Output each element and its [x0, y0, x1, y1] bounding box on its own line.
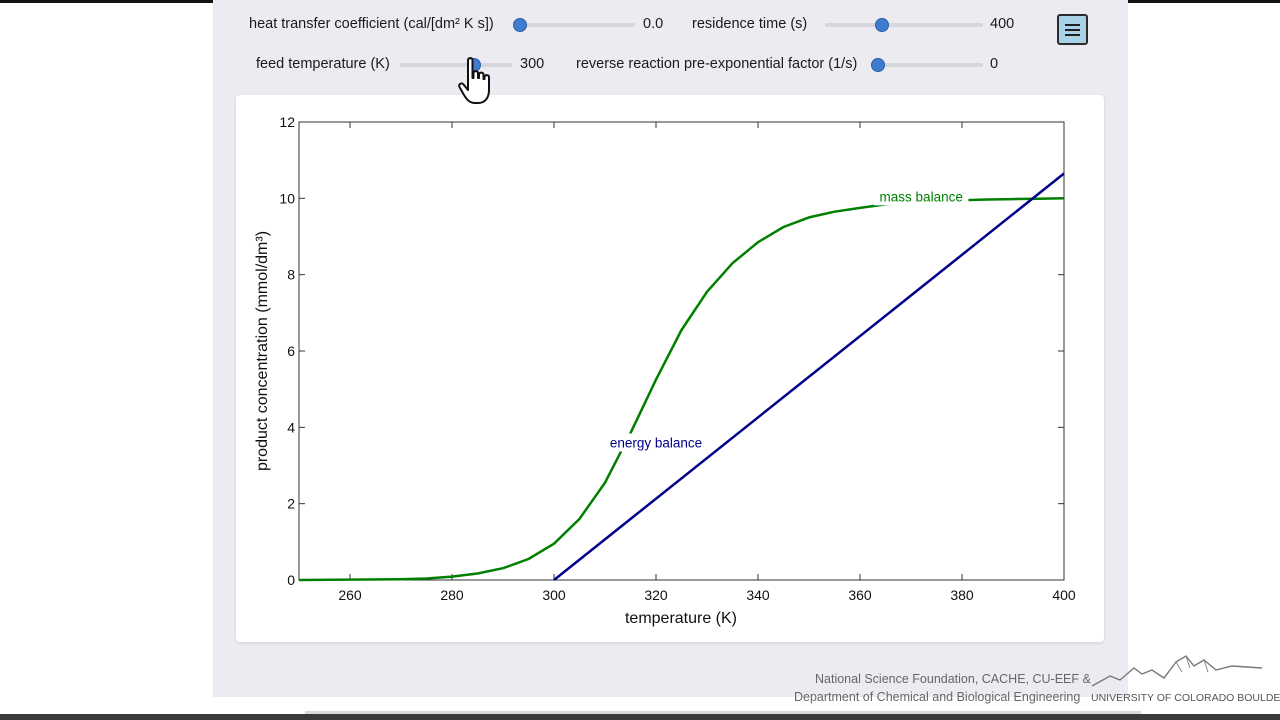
y-tick-label: 0 [287, 572, 295, 588]
y-tick-label: 4 [287, 419, 295, 435]
x-tick-label: 300 [542, 587, 566, 603]
x-tick-label: 340 [746, 587, 770, 603]
cu-boulder-mountain-logo [1091, 655, 1263, 687]
y-tick-label: 2 [287, 496, 295, 512]
bottom-edge [0, 714, 1280, 720]
hand-cursor-icon [458, 57, 490, 104]
footer-credit-line1: National Science Foundation, CACHE, CU-E… [815, 672, 1091, 686]
y-tick-label: 6 [287, 343, 295, 359]
annotation-label: energy balance [610, 436, 702, 451]
y-tick-label: 10 [279, 190, 295, 206]
x-tick-label: 260 [338, 587, 362, 603]
annotation-label: mass balance [880, 189, 963, 204]
y-tick-label: 12 [279, 114, 295, 130]
x-tick-label: 360 [848, 587, 872, 603]
chart: 260 280 300 320 340 360 380 400 0 2 4 6 8 10 12 mass b… [254, 114, 1076, 627]
x-tick-label: 380 [950, 587, 974, 603]
x-tick-label: 400 [1052, 587, 1076, 603]
x-tick-label: 280 [440, 587, 464, 603]
cu-boulder-logo-text: UNIVERSITY OF COLORADO BOULDER [1091, 692, 1280, 704]
y-axis-label: product concentration (mmol/dm³) [254, 231, 271, 471]
y-tick-label: 8 [287, 267, 295, 283]
footer-credit-line2: Department of Chemical and Biological En… [794, 690, 1081, 704]
x-axis-label: temperature (K) [625, 610, 737, 627]
x-tick-label: 320 [644, 587, 668, 603]
